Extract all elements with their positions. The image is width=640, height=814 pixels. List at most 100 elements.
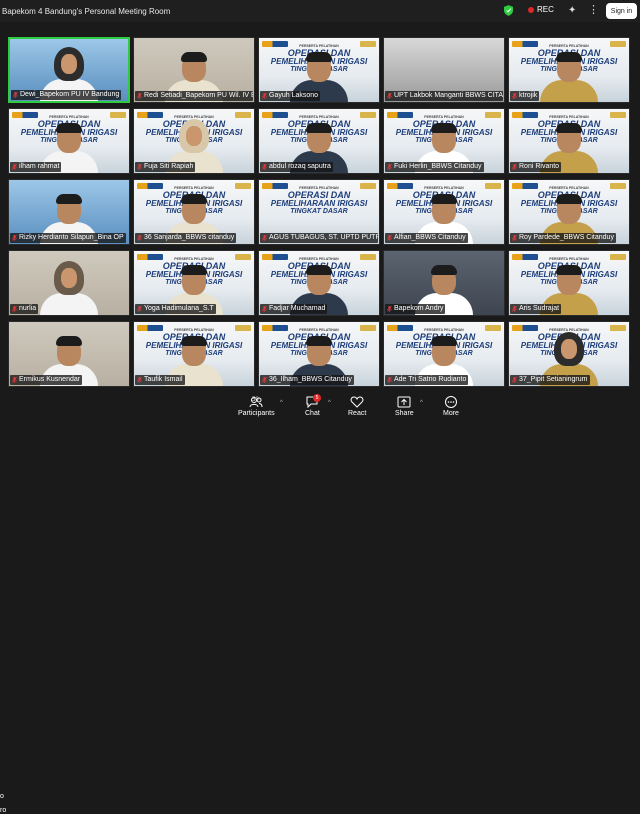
- participant-tile[interactable]: PERSERTA PELATIHANOPERASI DANPEMELIHARAA…: [133, 250, 255, 316]
- participant-tile[interactable]: PERSERTA PELATIHANOPERASI DANPEMELIHARAA…: [508, 250, 630, 316]
- participant-tile[interactable]: PERSERTA PELATIHANOPERASI DANPEMELIHARAA…: [133, 179, 255, 245]
- participant-name-label: ktrojik: [510, 91, 540, 101]
- participant-tile[interactable]: PERSERTA PELATIHANOPERASI DANPEMELIHARAA…: [383, 321, 505, 387]
- participant-tile[interactable]: PERSERTA PELATIHANOPERASI DANPEMELIHARAA…: [258, 37, 380, 103]
- participants-caret-icon[interactable]: ^: [280, 400, 283, 406]
- participants-count: 50: [252, 397, 259, 403]
- muted-mic-icon: [387, 93, 392, 99]
- muted-mic-icon: [512, 164, 517, 170]
- left-cut-text: o: [0, 793, 4, 800]
- participant-name-label: Rizky Herdianto Silapun_Bina OP: [10, 233, 126, 243]
- participant-name-label: Redi Setiadi_Bapekom PU Wil. IV Ban...: [135, 91, 253, 101]
- participant-tile[interactable]: PERSERTA PELATIHANOPERASI DANPEMELIHARAA…: [508, 37, 630, 103]
- muted-mic-icon: [13, 92, 18, 98]
- participant-name-label: Ermikus Kusnendar: [10, 375, 83, 385]
- share-button[interactable]: Share: [395, 396, 414, 417]
- participant-name-label: Alfian_BBWS Citanduy: [385, 233, 468, 243]
- chat-label: Chat: [305, 410, 320, 417]
- muted-mic-icon: [512, 235, 517, 241]
- more-dots-icon: [444, 396, 457, 408]
- record-dot-icon: [528, 6, 534, 13]
- participant-name: Yoga Hadimulana_S.T: [144, 305, 214, 312]
- participant-name-label: Roy Pardede_BBWS Citanduy: [510, 233, 616, 243]
- participant-tile[interactable]: Ermikus Kusnendar: [8, 321, 130, 387]
- participant-name-label: nurlia: [10, 304, 39, 314]
- react-button[interactable]: React: [348, 396, 366, 417]
- participant-name: Roy Pardede_BBWS Citanduy: [519, 234, 614, 241]
- more-button[interactable]: More: [443, 396, 459, 417]
- participant-name: Fuja Siti Rapiah: [144, 163, 194, 170]
- participant-tile[interactable]: Redi Setiadi_Bapekom PU Wil. IV Ban...: [133, 37, 255, 103]
- participant-tile[interactable]: PERSERTA PELATIHANOPERASI DANPEMELIHARAA…: [383, 179, 505, 245]
- participant-tile[interactable]: nurlia: [8, 250, 130, 316]
- participant-tile[interactable]: Rizky Herdianto Silapun_Bina OP: [8, 179, 130, 245]
- participant-name: Bapekom Andry: [394, 305, 444, 312]
- slide-line-2: PEMELIHARAAN IRIGASI: [270, 199, 368, 208]
- security-shield-icon[interactable]: [504, 5, 513, 16]
- participant-tile[interactable]: Bapekom Andry: [383, 250, 505, 316]
- participant-name-label: Fadjar Muchamad: [260, 304, 328, 314]
- muted-mic-icon: [387, 377, 392, 383]
- muted-mic-icon: [137, 93, 142, 99]
- participant-tile[interactable]: PERSERTA PELATIHANOPERASI DANPEMELIHARAA…: [258, 179, 380, 245]
- participant-name-label: 36 Sanjarda_BBWS citanduy: [135, 233, 237, 243]
- participant-name: Ermikus Kusnendar: [19, 376, 81, 383]
- share-label: Share: [395, 410, 414, 417]
- participant-name-label: 36_Ilham_BBWS Citanduy: [260, 375, 354, 385]
- title-bar: Bapekom 4 Bandung's Personal Meeting Roo…: [0, 0, 640, 22]
- participant-name: nurlia: [19, 305, 37, 312]
- participant-name: UPT Lakbok Manganti BBWS CITAND...: [394, 92, 503, 99]
- participant-tile[interactable]: Dewi_Bapekom PU IV Bandung: [8, 37, 130, 103]
- meeting-toolbar: o ro 50 Participants ^ 5 Chat ^ React Sh…: [0, 393, 640, 814]
- participant-name-label: Gayuh Laksono: [260, 91, 321, 101]
- meeting-title: Bapekom 4 Bandung's Personal Meeting Roo…: [2, 6, 171, 16]
- participant-name: Fadjar Muchamad: [269, 305, 326, 312]
- ai-companion-icon[interactable]: ✦: [568, 5, 576, 16]
- muted-mic-icon: [137, 235, 142, 241]
- muted-mic-icon: [262, 164, 267, 170]
- share-caret-icon[interactable]: ^: [420, 400, 423, 406]
- participant-name: Ade Tri Satrio Rudianto: [394, 376, 467, 383]
- more-options-icon[interactable]: ⋮: [588, 3, 600, 16]
- participant-tile[interactable]: UPT Lakbok Manganti BBWS CITAND...: [383, 37, 505, 103]
- slide-line-3: TINGKAT DASAR: [290, 208, 348, 215]
- participant-tile[interactable]: PERSERTA PELATIHANOPERASI DANPEMELIHARAA…: [258, 250, 380, 316]
- muted-mic-icon: [262, 235, 267, 241]
- participant-name: Alfian_BBWS Citanduy: [394, 234, 466, 241]
- chat-caret-icon[interactable]: ^: [328, 400, 331, 406]
- participant-tile[interactable]: PERSERTA PELATIHANOPERASI DANPEMELIHARAA…: [8, 108, 130, 174]
- muted-mic-icon: [512, 306, 517, 312]
- participant-tile[interactable]: PERSERTA PELATIHANOPERASI DANPEMELIHARAA…: [133, 321, 255, 387]
- participant-video: [40, 261, 98, 315]
- participant-tile[interactable]: PERSERTA PELATIHANOPERASI DANPEMELIHARAA…: [258, 321, 380, 387]
- muted-mic-icon: [12, 306, 17, 312]
- participant-name-label: UPT Lakbok Manganti BBWS CITAND...: [385, 91, 503, 101]
- participant-tile[interactable]: PERSERTA PELATIHANOPERASI DANPEMELIHARAA…: [258, 108, 380, 174]
- participant-name: Fuki Herlin_BBWS Citanduy: [394, 163, 482, 170]
- muted-mic-icon: [387, 306, 392, 312]
- muted-mic-icon: [262, 306, 267, 312]
- participant-name: Redi Setiadi_Bapekom PU Wil. IV Ban...: [144, 92, 253, 99]
- participant-name-label: abdul rozaq saputra: [260, 162, 333, 172]
- participant-tile[interactable]: PERSERTA PELATIHANOPERASI DANPEMELIHARAA…: [508, 179, 630, 245]
- sign-in-button[interactable]: Sign in: [606, 3, 637, 19]
- participant-name-label: Aris Sudrajat: [510, 304, 562, 314]
- participant-name: AGUS TUBAGUS, ST. UPTD PUTRP BA...: [269, 234, 378, 241]
- muted-mic-icon: [137, 306, 142, 312]
- participant-name: ilham rahmat: [19, 163, 60, 170]
- participant-tile[interactable]: PERSERTA PELATIHANOPERASI DANPEMELIHARAA…: [133, 108, 255, 174]
- participants-button[interactable]: 50 Participants: [238, 396, 275, 417]
- participant-tile[interactable]: PERSERTA PELATIHANOPERASI DANPEMELIHARAA…: [508, 108, 630, 174]
- participant-tile[interactable]: PERSERTA PELATIHANOPERASI DANPEMELIHARAA…: [508, 321, 630, 387]
- chat-button[interactable]: 5 Chat: [305, 394, 321, 417]
- muted-mic-icon: [512, 377, 517, 383]
- participant-video: [540, 52, 598, 102]
- participant-name-label: Fuki Herlin_BBWS Citanduy: [385, 162, 484, 172]
- recording-indicator[interactable]: REC: [528, 5, 554, 14]
- participant-name: Rizky Herdianto Silapun_Bina OP: [19, 234, 124, 241]
- participant-tile[interactable]: PERSERTA PELATIHANOPERASI DANPEMELIHARAA…: [383, 108, 505, 174]
- participant-name: 36_Ilham_BBWS Citanduy: [269, 376, 352, 383]
- participant-name: 36 Sanjarda_BBWS citanduy: [144, 234, 235, 241]
- participants-label: Participants: [238, 410, 275, 417]
- more-label: More: [443, 410, 459, 417]
